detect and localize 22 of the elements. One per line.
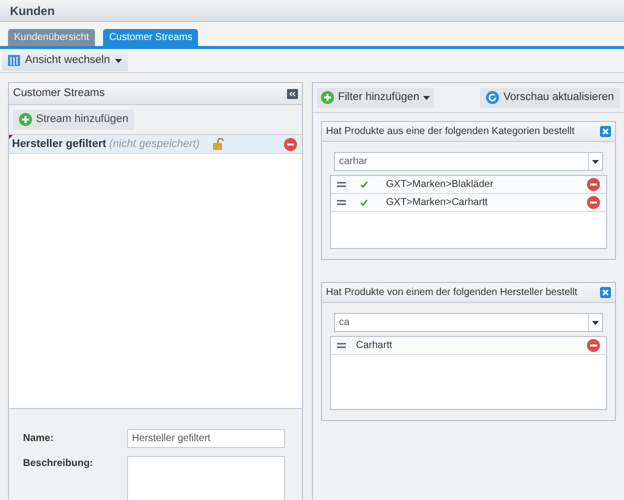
item-label: GXT>Marken>Blakläder bbox=[386, 178, 494, 192]
search-combo-field[interactable]: carhar bbox=[334, 152, 603, 171]
stream-item[interactable]: Hersteller gefiltert (nicht gespeichert) bbox=[9, 135, 302, 154]
stream-name: Hersteller gefiltert bbox=[12, 136, 106, 152]
item-label: Carhartt bbox=[356, 339, 394, 353]
add-filter-button[interactable]: Filter hinzufügen bbox=[317, 88, 434, 108]
item-label: GXT>Marken>Carhartt bbox=[386, 196, 489, 210]
tab[interactable]: Customer Streams bbox=[103, 29, 198, 46]
stream-status: (nicht gespeichert) bbox=[109, 136, 200, 152]
window-title: Kunden bbox=[10, 2, 55, 20]
filter-title: Hat Produkte aus eine der folgenden Kategorien bestellt bbox=[326, 125, 575, 139]
view-switch-button[interactable]: Ansicht wechseln bbox=[2, 50, 128, 70]
add-stream-button[interactable]: Stream hinzufügen bbox=[13, 110, 134, 130]
filter-title: Hat Produkte von einem der folgenden Hersteller bestellt bbox=[326, 286, 578, 300]
name-input[interactable]: Hersteller gefiltert bbox=[127, 429, 285, 448]
search-value: carhar bbox=[338, 155, 368, 169]
description-label: Beschreibung: bbox=[23, 457, 94, 471]
panel-title: Customer Streams bbox=[13, 86, 105, 102]
search-combo-field[interactable]: ca bbox=[334, 313, 603, 332]
name-label: Name: bbox=[23, 432, 55, 446]
refresh-preview-button[interactable]: Vorschau aktualisieren bbox=[480, 88, 620, 108]
search-value: ca bbox=[338, 316, 351, 330]
